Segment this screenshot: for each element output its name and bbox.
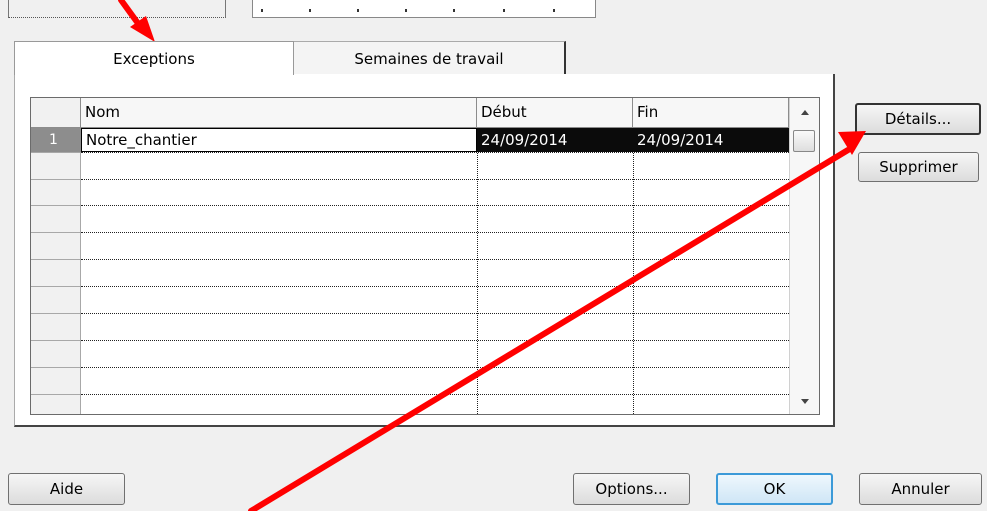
grid-line — [81, 367, 789, 368]
grid-line — [31, 394, 81, 395]
tab-exceptions[interactable]: Exceptions — [14, 41, 294, 75]
grid-line — [81, 313, 789, 314]
scroll-up-icon[interactable] — [801, 110, 809, 115]
help-button[interactable]: Aide — [8, 473, 125, 505]
grid-line — [81, 232, 789, 233]
column-divider — [477, 128, 478, 414]
grid-line — [31, 340, 81, 341]
grid-line — [31, 259, 81, 260]
row-header-corner — [31, 98, 81, 128]
grid-line — [31, 179, 81, 180]
column-header-debut[interactable]: Début — [477, 98, 633, 128]
cell-nom-editor[interactable]: Notre_chantier — [81, 128, 477, 152]
grid-line — [31, 205, 81, 206]
tab-work-weeks[interactable]: Semaines de travail — [294, 41, 566, 75]
grid-line — [81, 394, 789, 395]
grid-line — [81, 179, 789, 180]
cancel-button[interactable]: Annuler — [859, 473, 982, 505]
grid-line — [81, 205, 789, 206]
grid-line — [31, 313, 81, 314]
column-header-fin[interactable]: Fin — [633, 98, 789, 128]
grid-line — [31, 286, 81, 287]
exceptions-grid[interactable]: Nom Début Fin 1 Notre_chantier 24/09/201… — [30, 97, 820, 415]
grid-line — [31, 152, 81, 153]
scroll-down-icon[interactable] — [801, 399, 809, 404]
tab-work-weeks-label: Semaines de travail — [354, 49, 504, 68]
tab-exceptions-label: Exceptions — [113, 49, 195, 68]
column-header-debut-label: Début — [481, 103, 527, 121]
top-field-remnant — [8, 0, 226, 18]
column-divider — [633, 128, 634, 414]
grid-line — [31, 367, 81, 368]
grid-line — [81, 340, 789, 341]
column-header-fin-label: Fin — [637, 103, 659, 121]
scroll-thumb[interactable] — [793, 130, 815, 152]
row-number: 1 — [31, 128, 81, 152]
column-header-nom-label: Nom — [85, 103, 121, 121]
grid-line — [81, 286, 789, 287]
options-button[interactable]: Options... — [573, 473, 690, 505]
column-header-nom[interactable]: Nom — [81, 98, 477, 128]
grid-line — [81, 152, 789, 153]
table-row[interactable]: 1 Notre_chantier 24/09/2014 24/09/2014 — [31, 128, 789, 152]
vertical-scrollbar[interactable] — [789, 98, 819, 414]
row-header-column — [31, 128, 81, 414]
delete-button[interactable]: Supprimer — [858, 152, 979, 182]
top-ruler-remnant — [252, 0, 596, 18]
grid-line — [31, 232, 81, 233]
grid-line — [81, 259, 789, 260]
cell-fin[interactable]: 24/09/2014 — [633, 128, 789, 152]
details-button[interactable]: Détails... — [855, 103, 981, 135]
cell-debut[interactable]: 24/09/2014 — [477, 128, 633, 152]
ok-button[interactable]: OK — [716, 473, 833, 505]
